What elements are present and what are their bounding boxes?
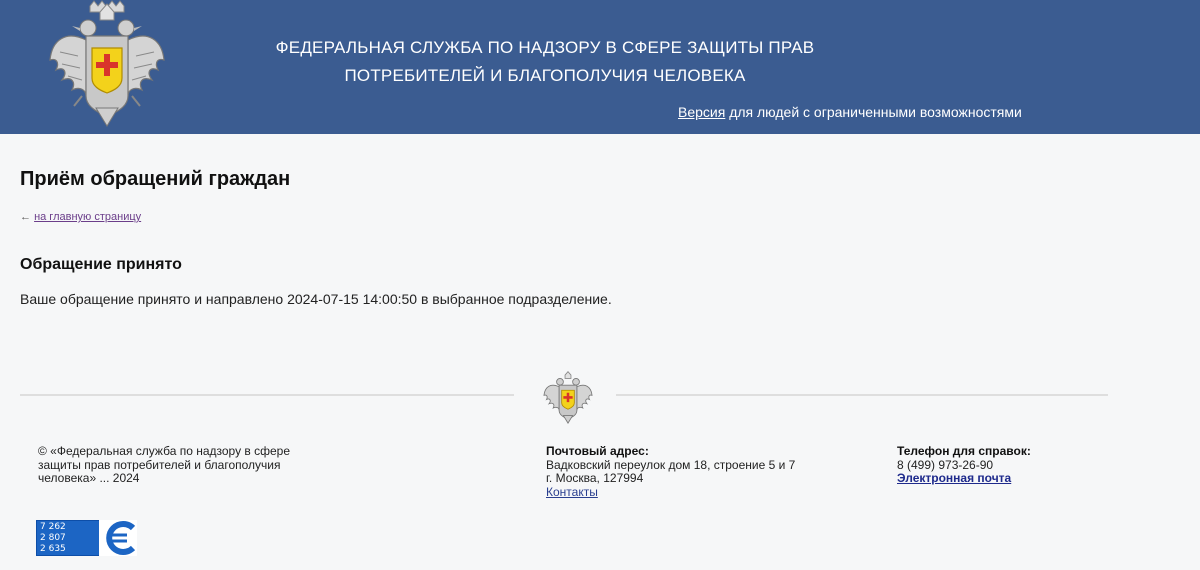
footer-divider-right [616,394,1108,396]
counter-value-1: 7 262 [40,522,66,532]
confirmation-message: Ваше обращение принято и направлено 2024… [20,291,612,307]
footer-divider-left [20,394,514,396]
counter-logo-icon [99,520,137,556]
copyright-line-2: защиты прав потребителей и благополучия [38,457,281,472]
phone-label: Телефон для справок: [897,444,1031,458]
phone-number: 8 (499) 973-26-90 [897,457,994,472]
address-line-2: г. Москва, 127994 [546,471,644,485]
header-title-line-1: ФЕДЕРАЛЬНАЯ СЛУЖБА ПО НАДЗОРУ В СФЕРЕ ЗА… [275,38,815,57]
header-title-line-2: ПОТРЕБИТЕЛЕЙ И БЛАГОПОЛУЧИЯ ЧЕЛОВЕКА [344,66,746,85]
counter-values: 7 262 2 807 2 635 [40,522,66,555]
footer-emblem-icon [543,371,593,424]
footer-phone: Телефон для справок: 8 (499) 973-26-90 Э… [897,444,1157,486]
copyright-line-3: человека» ... 2024 [38,471,140,485]
header: ФЕДЕРАЛЬНАЯ СЛУЖБА ПО НАДЗОРУ В СФЕРЕ ЗА… [0,0,1200,134]
contacts-link[interactable]: Контакты [546,485,846,500]
accessibility-version-link: Версия для людей с ограниченными возможн… [678,104,1022,120]
page-title: Приём обращений граждан [20,168,291,190]
footer-address: Почтовый адрес: Вадковский переулок дом … [546,444,846,500]
home-page-link[interactable]: на главную страницу [34,211,141,223]
accessibility-version-rest: для людей с ограниченными возможностями [725,104,1022,120]
address-line-1: Вадковский переулок дом 18, строение 5 и… [546,457,796,472]
visitor-counter[interactable]: 7 262 2 807 2 635 [36,520,137,556]
emblem-icon[interactable] [46,0,168,128]
copyright-line-1: © «Федеральная служба по надзору в сфере [38,444,291,458]
status-title: Обращение принято [20,256,182,273]
counter-value-3: 2 635 [40,544,66,554]
back-navigation: ← на главную страницу [20,211,141,223]
address-label: Почтовый адрес: [546,444,649,458]
back-arrow-icon: ← [20,211,31,223]
header-title: ФЕДЕРАЛЬНАЯ СЛУЖБА ПО НАДЗОРУ В СФЕРЕ ЗА… [230,34,860,90]
footer-copyright: © «Федеральная служба по надзору в сфере… [38,444,318,486]
accessibility-version-word[interactable]: Версия [678,104,725,120]
counter-value-2: 2 807 [40,533,66,543]
email-link[interactable]: Электронная почта [897,471,1157,486]
